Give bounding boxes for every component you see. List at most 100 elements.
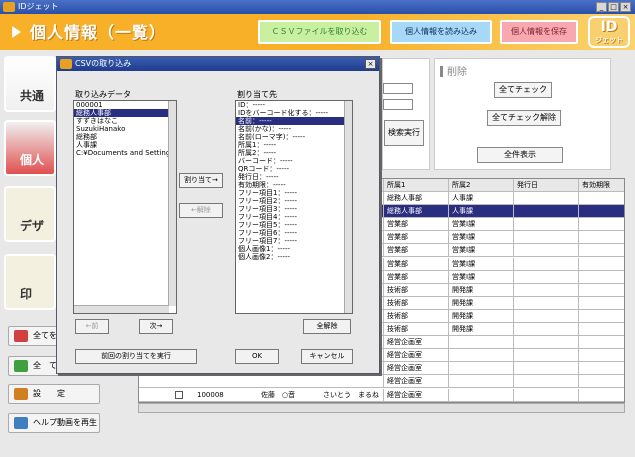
expiry-cell	[579, 323, 624, 335]
search-input-1[interactable]	[383, 83, 413, 94]
import-list-item[interactable]: 総務部	[74, 133, 176, 141]
issue-date-cell	[514, 244, 579, 257]
table-row[interactable]: 100008 佐藤 ○音 さいとう まるね 経営企画室	[139, 389, 624, 402]
import-list-item[interactable]: すずきはなこ	[74, 117, 176, 125]
assign-list-item[interactable]: フリー項目5：-----	[236, 221, 352, 229]
expiry-cell	[579, 192, 624, 204]
dept1-cell: 経営企画室	[384, 375, 449, 388]
table-row[interactable]: 経営企画室	[139, 375, 624, 389]
assign-list-item[interactable]: 個人画像1：-----	[236, 245, 352, 253]
cancel-button[interactable]: キャンセル	[301, 349, 353, 364]
dept2-cell	[449, 336, 514, 349]
settings-button[interactable]: 設 定	[8, 384, 100, 404]
next-button[interactable]: 次→	[139, 319, 173, 334]
import-list-vscroll[interactable]	[168, 101, 176, 306]
assign-list-item[interactable]: 名前：-----	[236, 117, 352, 125]
id-cell: 100008	[197, 391, 224, 399]
assign-list-vscroll[interactable]	[344, 101, 352, 313]
app-logo: ID ジェット	[588, 16, 630, 48]
import-data-list[interactable]: 000001 総務人事部 すずきはなこ SuzukiHanako 総務部 人事課 C:¥Do…	[73, 100, 177, 314]
table-horizontal-scrollbar[interactable]	[138, 403, 625, 413]
unselect-all-button[interactable]: 全てチェック解除	[487, 110, 561, 126]
minimize-button[interactable]: _	[596, 2, 607, 12]
search-input-2[interactable]	[383, 99, 413, 110]
assign-button[interactable]: 割り当て→	[179, 173, 223, 188]
import-list-item[interactable]: 総務人事部	[74, 109, 176, 117]
issue-date-cell	[514, 270, 579, 283]
select-all-button[interactable]: 全てチェック	[494, 82, 552, 98]
dept1-cell: 営業部	[384, 218, 449, 231]
assign-list-item[interactable]: QRコード：-----	[236, 165, 352, 173]
dept2-cell	[449, 349, 514, 362]
assign-list-item[interactable]: フリー項目3：-----	[236, 205, 352, 213]
nav-common[interactable]: 共通	[4, 56, 56, 112]
expiry-cell	[579, 310, 624, 322]
assign-list-item[interactable]: フリー項目1：-----	[236, 189, 352, 197]
nav-print[interactable]: 印	[4, 254, 56, 310]
import-list-hscroll[interactable]	[74, 305, 169, 313]
dept2-cell: 営業Ⅰ課	[449, 270, 514, 283]
column-header: 発行日	[514, 179, 579, 191]
dept1-cell: 技術部	[384, 296, 449, 309]
import-list-item[interactable]: SuzukiHanako	[74, 125, 176, 133]
row-checkbox[interactable]	[175, 391, 183, 399]
dept1-cell: 技術部	[384, 283, 449, 296]
assign-list-item[interactable]: 名前(ローマ字)：-----	[236, 133, 352, 141]
assign-list-item[interactable]: ID：-----	[236, 101, 352, 109]
column-header: 所属1	[384, 179, 449, 191]
window-title: IDジェット	[18, 2, 59, 11]
expiry-cell	[579, 244, 624, 256]
save-personal-info-button[interactable]: 個人情報を保存	[500, 20, 578, 44]
delete-title-bar	[440, 66, 443, 77]
assign-target-list[interactable]: ID：----- IDをバーコード化する：----- 名前：----- 名前(かな)：…	[235, 100, 353, 314]
import-list-item[interactable]: 000001	[74, 101, 176, 109]
dept2-cell: 人事課	[449, 205, 514, 218]
issue-date-cell	[514, 389, 579, 401]
prev-button[interactable]: ←前	[75, 319, 109, 334]
unassign-button[interactable]: ←解除	[179, 203, 223, 218]
import-list-item[interactable]: C:¥Documents and Settings¥A	[74, 149, 176, 157]
assign-list-item[interactable]: 個人画像2：-----	[236, 253, 352, 261]
ok-button[interactable]: OK	[235, 349, 279, 364]
side-button-1-label: 全てを	[33, 331, 57, 340]
dept1-cell: 営業部	[384, 257, 449, 270]
nav-design[interactable]: デザ	[4, 186, 56, 242]
issue-date-cell	[514, 323, 579, 335]
settings-button-label: 設 定	[33, 389, 65, 398]
assign-list-item[interactable]: 有効期限：-----	[236, 181, 352, 189]
maximize-button[interactable]: □	[608, 2, 619, 12]
assign-list-item[interactable]: IDをバーコード化する：-----	[236, 109, 352, 117]
nav-personal[interactable]: 個人	[4, 120, 56, 176]
help-video-button[interactable]: ヘルプ動画を再生	[8, 413, 100, 433]
search-execute-button[interactable]: 検索実行	[384, 120, 424, 146]
import-csv-button[interactable]: ＣＳＶファイルを取り込む	[258, 20, 381, 44]
show-all-button[interactable]: 全件表示	[477, 147, 563, 163]
assign-list-item[interactable]: 所属2：-----	[236, 149, 352, 157]
issue-date-cell	[514, 349, 579, 362]
assign-list-item[interactable]: フリー項目4：-----	[236, 213, 352, 221]
assign-list-item[interactable]: 所属1：-----	[236, 141, 352, 149]
assign-list-item[interactable]: フリー項目6：-----	[236, 229, 352, 237]
dept1-cell: 技術部	[384, 323, 449, 335]
expiry-cell	[579, 218, 624, 230]
dept2-cell: 営業Ⅰ課	[449, 218, 514, 231]
dialog-close-button[interactable]: ×	[365, 59, 376, 69]
assign-list-item[interactable]: 発行日：-----	[236, 173, 352, 181]
dialog-title: CSVの取り込み	[75, 59, 132, 68]
app-header: 個人情報（一覧） ＣＳＶファイルを取り込む 個人情報を読み込み 個人情報を保存 …	[0, 14, 635, 50]
assign-list-item[interactable]: フリー項目7：-----	[236, 237, 352, 245]
issue-date-cell	[514, 362, 579, 375]
issue-date-cell	[514, 205, 579, 218]
dept2-cell	[449, 375, 514, 388]
assign-list-item[interactable]: 名前(かな)：-----	[236, 125, 352, 133]
close-button[interactable]: ×	[620, 2, 631, 12]
assign-list-item[interactable]: フリー項目2：-----	[236, 197, 352, 205]
dept2-cell: 開発課	[449, 296, 514, 309]
expiry-cell	[579, 336, 624, 348]
clear-all-assign-button[interactable]: 全解除	[303, 319, 351, 334]
import-list-item[interactable]: 人事課	[74, 141, 176, 149]
issue-date-cell	[514, 257, 579, 270]
load-personal-info-button[interactable]: 個人情報を読み込み	[390, 20, 492, 44]
assign-list-item[interactable]: バーコード：-----	[236, 157, 352, 165]
previous-assignment-button[interactable]: 前回の割り当てを実行	[75, 349, 197, 364]
